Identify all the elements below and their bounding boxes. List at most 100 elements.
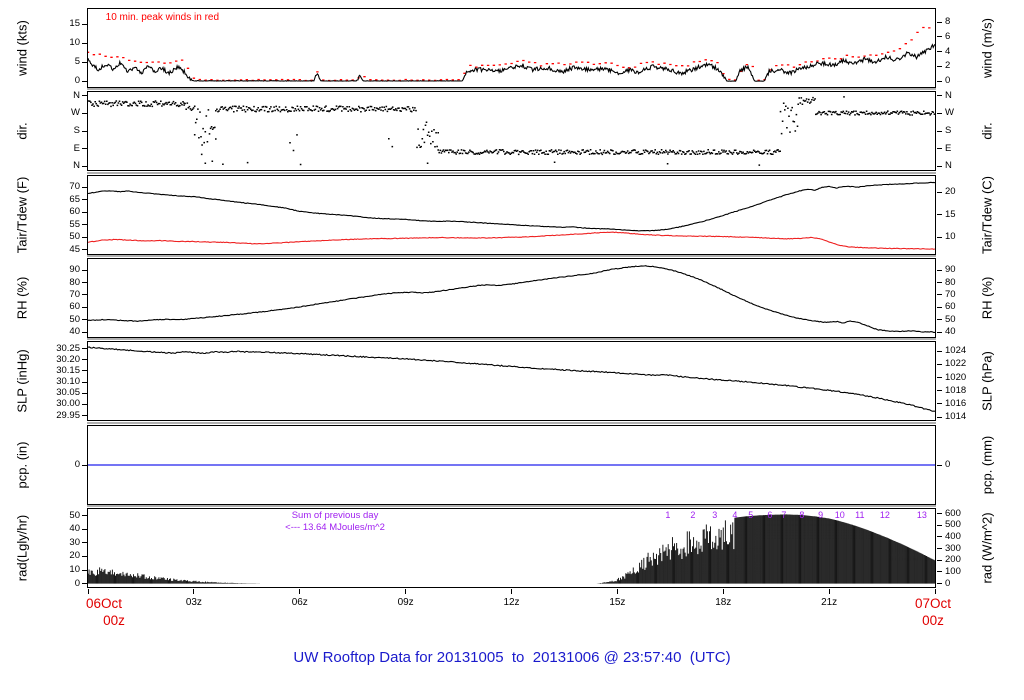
- tick-mark: [937, 36, 942, 38]
- tick-label: 55: [69, 218, 80, 230]
- x-tick-label: 06z: [291, 597, 308, 608]
- axis-title-right-rh: RH (%): [979, 276, 995, 320]
- marker-label: 12: [879, 510, 890, 520]
- tick-label: 90: [945, 264, 956, 276]
- tick-label: 60: [69, 206, 80, 218]
- tick-mark: [937, 80, 942, 82]
- tick-mark: [82, 165, 87, 167]
- tick-mark: [937, 306, 942, 308]
- tick-mark: [937, 571, 942, 573]
- annotation-wind: 10 min. peak winds in red: [105, 12, 220, 23]
- tick-mark: [937, 95, 942, 97]
- tick-mark: [82, 236, 87, 238]
- tick-mark: [82, 392, 87, 394]
- tick-label: 70: [69, 288, 80, 300]
- tick-mark: [937, 319, 942, 321]
- tick-label: 29.95: [56, 409, 80, 421]
- tick-mark: [937, 513, 942, 515]
- marker-label: 11: [855, 510, 865, 520]
- tick-label: 30.20: [56, 353, 80, 365]
- tick-mark: [937, 282, 942, 284]
- tick-label: 30.15: [56, 364, 80, 376]
- axis-title-left-slp: SLP (inHg): [14, 349, 30, 413]
- tick-mark: [82, 282, 87, 284]
- tick-mark: [937, 536, 942, 538]
- tick-mark: [82, 80, 87, 82]
- x-tick-mark: [828, 589, 830, 594]
- axis-title-left-dir: dir.: [14, 122, 30, 140]
- tick-label: 65: [69, 193, 80, 205]
- tick-label: 10: [69, 564, 80, 576]
- tick-mark: [937, 583, 942, 585]
- tick-mark: [937, 214, 942, 216]
- axis-title-right-slp: SLP (hPa): [979, 351, 995, 411]
- axis-title-right-temp: Tair/Tdew (C): [979, 175, 995, 255]
- panel-separator: [87, 422, 936, 424]
- slp-series: [87, 346, 935, 412]
- x-tick-mark: [511, 589, 512, 594]
- tick-label: N: [73, 160, 80, 172]
- tick-mark: [937, 524, 942, 526]
- x-tick-label: 09z: [397, 597, 414, 608]
- x-tick-label: 18z: [715, 597, 732, 608]
- x-tick-label: 21z: [821, 597, 838, 608]
- axis-title-left-temp: Tair/Tdew (F): [14, 176, 30, 254]
- tick-mark: [937, 130, 942, 132]
- tick-mark: [937, 559, 942, 561]
- x-tick-label: 12z: [503, 597, 520, 608]
- tick-label: 50: [69, 509, 80, 521]
- marker-label: 10: [834, 510, 845, 520]
- x-tick-label: 15z: [609, 597, 626, 608]
- annotation-rad: Sum of previous day <--- 13.64 MJoules/m…: [285, 510, 385, 533]
- tick-mark: [82, 542, 87, 544]
- tick-label: 30.05: [56, 387, 80, 399]
- page-title: UW Rooftop Data for 20131005 to 20131006…: [293, 649, 731, 666]
- tick-mark: [82, 464, 87, 466]
- axis-title-left-rad: rad(Lgly/hr): [14, 514, 30, 582]
- x-tick-mark: [722, 589, 724, 594]
- tick-mark: [82, 403, 87, 405]
- tick-label: W: [945, 107, 954, 119]
- tick-mark: [82, 199, 87, 201]
- tick-label: 30: [69, 536, 80, 548]
- x-tick-mark: [193, 589, 195, 594]
- tick-mark: [82, 95, 87, 97]
- pcp-series: [88, 464, 935, 466]
- tick-mark: [82, 555, 87, 557]
- tick-mark: [937, 548, 942, 550]
- tick-mark: [82, 186, 87, 188]
- chart-canvas: 0 5 10 15 0 2 4 6 8 wind (kts) wind (m/s) 10 min. p…: [0, 0, 1024, 700]
- tick-label: 60: [69, 301, 80, 313]
- tick-mark: [937, 21, 942, 23]
- x-tick-mark: [87, 589, 89, 594]
- tick-mark: [937, 165, 942, 167]
- tick-mark: [82, 23, 87, 25]
- tick-mark: [82, 112, 87, 114]
- tick-mark: [937, 363, 942, 365]
- tick-mark: [82, 569, 87, 571]
- axis-title-left-pcp: pcp. (in): [14, 441, 30, 489]
- tick-mark: [937, 236, 942, 238]
- tick-mark: [82, 294, 87, 296]
- tick-mark: [82, 331, 87, 333]
- marker-label: 5: [748, 510, 754, 520]
- tick-label: 90: [69, 264, 80, 276]
- panel-slp: [87, 341, 936, 421]
- tick-mark: [82, 415, 87, 417]
- tick-label: E: [73, 142, 80, 154]
- tick-mark: [937, 464, 942, 466]
- tick-label: 1014: [945, 411, 967, 422]
- tick-mark: [82, 583, 87, 585]
- tick-mark: [937, 65, 942, 67]
- tick-label: 0: [74, 577, 80, 589]
- tick-mark: [82, 319, 87, 321]
- axis-title-right-rad: rad (W/m^2): [979, 512, 995, 584]
- tick-label: W: [71, 107, 80, 119]
- tick-mark: [82, 148, 87, 150]
- tick-mark: [82, 515, 87, 517]
- axis-title-left-wind: wind (kts): [14, 20, 30, 76]
- marker-label: 13: [916, 510, 927, 520]
- axis-title-right-dir: dir.: [979, 122, 995, 140]
- tick-label: 10: [69, 37, 80, 49]
- tick-mark: [937, 390, 942, 392]
